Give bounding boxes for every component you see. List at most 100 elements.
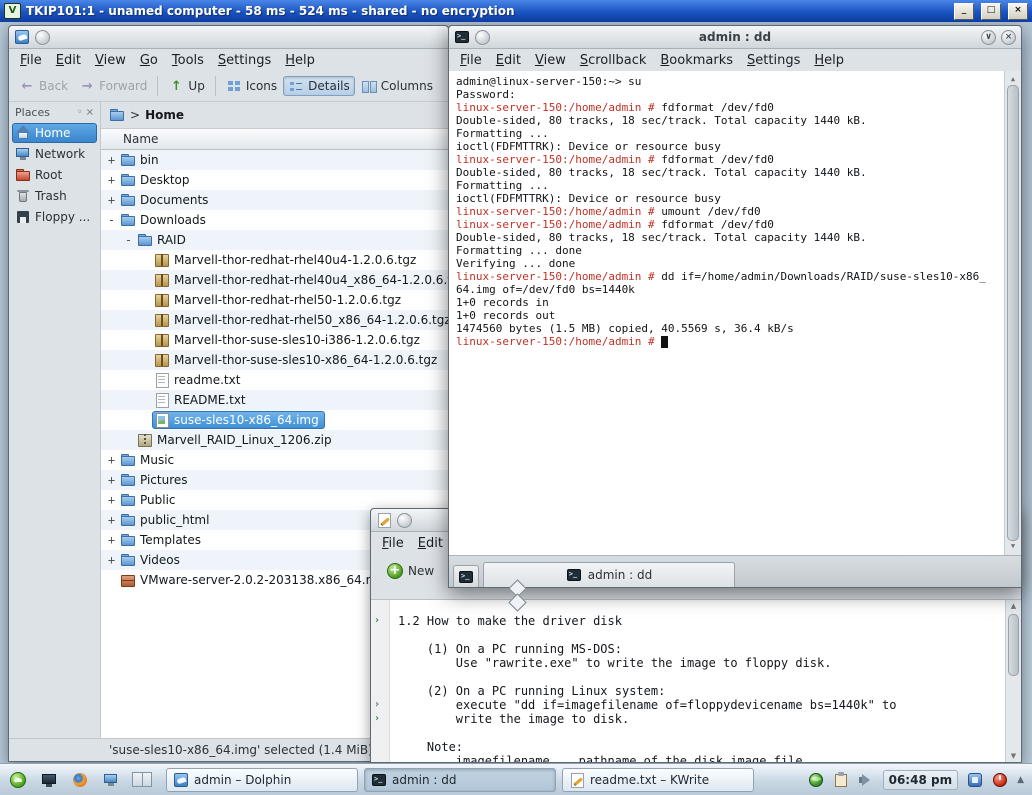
scroll-down-icon[interactable]: ▼ bbox=[1005, 540, 1021, 553]
expander-plus-icon[interactable]: + bbox=[105, 174, 118, 186]
menu-item-kwrite-file[interactable]: File bbox=[375, 534, 411, 553]
tree-row[interactable]: + Documents bbox=[101, 190, 448, 210]
scrollbar-thumb[interactable] bbox=[1007, 85, 1019, 541]
expander-plus-icon[interactable]: + bbox=[105, 194, 118, 206]
minimize-icon[interactable]: _ bbox=[954, 2, 974, 20]
scroll-up-icon[interactable]: ▲ bbox=[1006, 602, 1021, 610]
menu-item-konsole-edit[interactable]: Edit bbox=[489, 51, 528, 70]
menu-item-kwrite-edit[interactable]: Edit bbox=[411, 534, 450, 553]
place-item-root[interactable]: Root bbox=[12, 165, 97, 185]
power-icon[interactable] bbox=[992, 772, 1008, 788]
shade-icon[interactable]: ∨ bbox=[981, 29, 996, 45]
clipboard-icon[interactable] bbox=[833, 771, 849, 788]
forward-button[interactable]: Forward bbox=[74, 76, 152, 96]
window-menu-button[interactable] bbox=[35, 29, 50, 45]
window-menu-button[interactable] bbox=[397, 512, 412, 528]
tree-item-label: Marvell-thor-suse-sles10-i386-1.2.0.6.tg… bbox=[174, 333, 420, 347]
details-button[interactable]: Details bbox=[283, 76, 355, 96]
terminal-scrollbar[interactable]: ▲ ▼ bbox=[1004, 71, 1021, 555]
tree-row[interactable]: readme.txt bbox=[101, 370, 448, 390]
panel-hide-icon[interactable]: ▲ bbox=[1017, 775, 1024, 785]
place-item-trash[interactable]: Trash bbox=[12, 186, 97, 206]
computer-launcher[interactable] bbox=[36, 767, 62, 793]
clock[interactable]: 06:48 pm bbox=[882, 769, 959, 790]
tree-row[interactable]: Marvell-thor-redhat-rhel40u4-1.2.0.6.tgz bbox=[101, 250, 448, 270]
tree-row[interactable]: Marvell-thor-suse-sles10-x86_64-1.2.0.6.… bbox=[101, 350, 448, 370]
menu-item-konsole-view[interactable]: View bbox=[528, 51, 573, 70]
editor-scrollbar[interactable]: ▲ ▼ bbox=[1005, 600, 1021, 762]
column-header-name[interactable]: Name bbox=[101, 128, 448, 150]
display-launcher[interactable] bbox=[98, 767, 124, 793]
up-button[interactable]: Up bbox=[163, 76, 209, 96]
tree-row[interactable]: Marvell-thor-redhat-rhel40u4_x86_64-1.2.… bbox=[101, 270, 448, 290]
scroll-down-icon[interactable]: ▼ bbox=[1006, 752, 1021, 760]
menu-item-konsole-bookmarks[interactable]: Bookmarks bbox=[653, 51, 740, 70]
menu-item-konsole-file[interactable]: File bbox=[453, 51, 489, 70]
close-icon[interactable]: × bbox=[1008, 2, 1028, 20]
place-item-floppy[interactable]: Floppy ... bbox=[12, 207, 97, 227]
menu-item-konsole-settings[interactable]: Settings bbox=[740, 51, 807, 70]
menu-item-dolphin-view[interactable]: View bbox=[88, 51, 133, 70]
tree-row[interactable]: + Desktop bbox=[101, 170, 448, 190]
back-button[interactable]: Back bbox=[14, 76, 73, 96]
menu-item-konsole-help[interactable]: Help bbox=[807, 51, 851, 70]
terminal-output[interactable]: admin@linux-server-150:~> su Password: lin… bbox=[449, 71, 1021, 555]
taskbar-task-kwrite[interactable]: readme.txt – KWrite bbox=[562, 767, 754, 792]
expander-plus-icon[interactable]: + bbox=[105, 494, 118, 506]
expander-plus-icon[interactable]: + bbox=[105, 534, 118, 546]
network-globe-icon[interactable] bbox=[808, 772, 824, 788]
tree-row[interactable]: README.txt bbox=[101, 390, 448, 410]
tree-row[interactable]: suse-sles10-x86_64.img bbox=[101, 410, 448, 430]
tree-row[interactable]: Marvell_RAID_Linux_1206.zip bbox=[101, 430, 448, 450]
places-float-icon[interactable]: ◦ bbox=[77, 107, 83, 118]
desktop-pager[interactable] bbox=[129, 767, 155, 793]
tree-row[interactable]: Marvell-thor-suse-sles10-i386-1.2.0.6.tg… bbox=[101, 330, 448, 350]
tree-row[interactable]: + bin bbox=[101, 150, 448, 170]
volume-icon[interactable] bbox=[858, 772, 874, 788]
rpm-icon bbox=[120, 572, 136, 588]
expander-minus-icon[interactable]: - bbox=[105, 214, 118, 226]
editor-text-area[interactable]: 1.2 How to make the driver disk (1) On a… bbox=[390, 600, 1021, 762]
tree-row[interactable]: - RAID bbox=[101, 230, 448, 250]
taskbar-task-term[interactable]: admin : dd bbox=[364, 767, 556, 792]
menu-item-dolphin-help[interactable]: Help bbox=[278, 51, 322, 70]
expander-plus-icon[interactable]: + bbox=[105, 154, 118, 166]
expander-plus-icon[interactable]: + bbox=[105, 554, 118, 566]
expander-plus-icon[interactable]: + bbox=[105, 474, 118, 486]
expander-minus-icon[interactable]: - bbox=[122, 234, 135, 246]
tree-row[interactable]: + Public bbox=[101, 490, 448, 510]
kwrite-editor[interactable]: › › › 1.2 How to make the driver disk (1) … bbox=[371, 600, 1021, 762]
menu-item-dolphin-file[interactable]: File bbox=[13, 51, 49, 70]
device-notifier-icon[interactable] bbox=[967, 772, 983, 788]
tree-row[interactable]: Marvell-thor-redhat-rhel50_x86_64-1.2.0.… bbox=[101, 310, 448, 330]
window-menu-button[interactable] bbox=[475, 29, 490, 45]
menu-item-konsole-scrollback[interactable]: Scrollback bbox=[573, 51, 654, 70]
new-tab-button[interactable] bbox=[453, 565, 479, 587]
menu-item-dolphin-settings[interactable]: Settings bbox=[211, 51, 278, 70]
maximize-icon[interactable]: □ bbox=[981, 2, 1001, 20]
tree-row[interactable]: + Pictures bbox=[101, 470, 448, 490]
breadcrumb-home[interactable]: Home bbox=[145, 108, 184, 122]
place-item-home[interactable]: Home bbox=[12, 123, 97, 143]
dolphin-titlebar[interactable] bbox=[9, 26, 448, 49]
expander-plus-icon[interactable]: + bbox=[105, 454, 118, 466]
taskbar-task-dolphin[interactable]: admin – Dolphin bbox=[166, 767, 358, 792]
tree-row[interactable]: - Downloads bbox=[101, 210, 448, 230]
menu-item-dolphin-edit[interactable]: Edit bbox=[49, 51, 88, 70]
firefox-launcher[interactable] bbox=[67, 767, 93, 793]
icons-button[interactable]: Icons bbox=[221, 76, 282, 96]
new-document-button[interactable]: New bbox=[379, 560, 442, 582]
place-item-network[interactable]: Network bbox=[12, 144, 97, 164]
expander-plus-icon[interactable]: + bbox=[105, 514, 118, 526]
columns-button[interactable]: Columns bbox=[356, 76, 438, 96]
kmenu-button[interactable] bbox=[5, 767, 31, 793]
scrollbar-thumb[interactable] bbox=[1008, 614, 1019, 676]
close-icon[interactable]: × bbox=[1001, 29, 1016, 45]
tree-row[interactable]: + Music bbox=[101, 450, 448, 470]
places-close-icon[interactable]: × bbox=[86, 107, 94, 118]
konsole-titlebar[interactable]: admin : dd ∨ × bbox=[449, 26, 1021, 49]
tree-item: bin bbox=[118, 151, 165, 169]
menu-item-dolphin-tools[interactable]: Tools bbox=[165, 51, 211, 70]
menu-item-dolphin-go[interactable]: Go bbox=[133, 51, 165, 70]
tree-row[interactable]: Marvell-thor-redhat-rhel50-1.2.0.6.tgz bbox=[101, 290, 448, 310]
